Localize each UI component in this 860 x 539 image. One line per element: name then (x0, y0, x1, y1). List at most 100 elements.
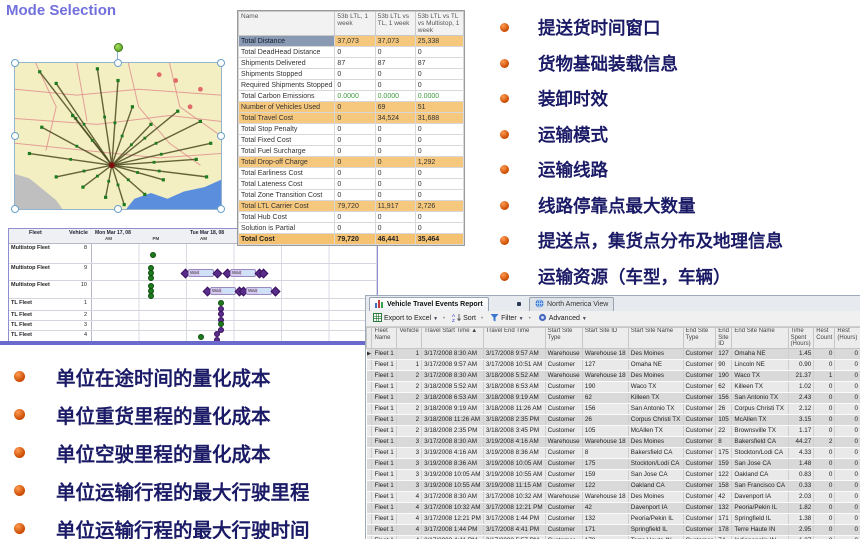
bullet-icon (14, 371, 25, 382)
gantt-row[interactable]: TL Fleet3 (9, 321, 377, 331)
cost-table-row[interactable]: Total Stop Penalty000 (239, 124, 464, 135)
grid-row[interactable]: ▶Fleet 113/17/2008 8:30 AM3/17/2008 9:57… (367, 348, 860, 359)
selection-handle[interactable] (114, 205, 122, 213)
gantt-row[interactable]: Multistop Fleet8 (9, 244, 377, 264)
grid-row[interactable]: Fleet 133/17/2008 8:30 AM3/19/2008 4:16 … (367, 436, 860, 447)
grid-col-header[interactable]: End Site Type (683, 328, 716, 349)
selection-handle[interactable] (11, 59, 19, 67)
grid-col-header[interactable]: Start Site Type (545, 328, 582, 349)
wait-bar[interactable]: Wait (230, 269, 256, 277)
grid-row[interactable]: Fleet 143/17/2008 4:41 PM3/17/2008 5:57 … (367, 535, 860, 539)
grid-cell: Des Moines (628, 491, 683, 502)
grid-cell: 3/19/2008 8:36 AM (422, 458, 484, 469)
grid-cell: Fleet 1 (372, 491, 397, 502)
gantt-row[interactable]: TL Fleet2 (9, 311, 377, 321)
cost-table-row[interactable]: Total DeadHead Distance000 (239, 47, 464, 58)
grid-col-header[interactable]: Start Site Name (628, 328, 683, 349)
grid-row[interactable]: Fleet 143/17/2008 1:44 PM3/17/2008 4:41 … (367, 524, 860, 535)
grid-row[interactable]: Fleet 113/17/2008 9:57 AM3/17/2008 10:51… (367, 359, 860, 370)
grid-row[interactable]: Fleet 133/19/2008 10:05 AM3/19/2008 10:5… (367, 469, 860, 480)
cost-table-row[interactable]: Total Fuel Surcharge000 (239, 146, 464, 157)
grid-col-header[interactable]: Fleet Name (372, 328, 397, 349)
grid-row[interactable]: Fleet 123/18/2008 5:52 AM3/18/2008 6:53 … (367, 381, 860, 392)
grid-cell: Customer (683, 403, 716, 414)
gantt-tick-label: AM (105, 236, 112, 241)
rotate-handle-icon[interactable] (114, 43, 123, 52)
grid-cell: 175 (716, 447, 732, 458)
grid-col-header[interactable]: Start Site ID (582, 328, 628, 349)
cost-table-row[interactable]: Total Travel Cost034,52431,688 (239, 113, 464, 124)
grid-cell: 0 (814, 359, 835, 370)
grid-col-header[interactable]: Travel End Time (483, 328, 545, 349)
grid-row[interactable]: Fleet 123/18/2008 2:35 PM3/18/2008 3:45 … (367, 425, 860, 436)
cost-table-row[interactable]: Total Earliness Cost000 (239, 168, 464, 179)
cost-table-row[interactable]: Total Hub Cost000 (239, 212, 464, 223)
grid-col-header[interactable]: End Site Name (732, 328, 788, 349)
filter-button[interactable]: Filter▼ (488, 313, 526, 324)
selection-handle[interactable] (11, 205, 19, 213)
cost-table-row[interactable]: Total Zone Transition Cost000 (239, 190, 464, 201)
cost-table-row[interactable]: Total Lateness Cost000 (239, 179, 464, 190)
cost-table-row[interactable]: Required Shipments Stopped000 (239, 80, 464, 91)
grid-cell: 2 (397, 414, 422, 425)
gantt-row[interactable]: Multistop Fleet10WaitWait (9, 281, 377, 299)
advanced-button[interactable]: Advanced▼ (536, 313, 589, 324)
grid-cell: 3/17/2008 10:51 AM (483, 359, 545, 370)
grid-row[interactable]: Fleet 123/18/2008 11:26 AM3/18/2008 2:35… (367, 414, 860, 425)
selection-handle[interactable] (114, 59, 122, 67)
grid-col-header[interactable]: Rest Count (814, 328, 835, 349)
stop-dot-green (198, 334, 204, 340)
grid-col-header[interactable]: Travel Start Time ▲ (422, 328, 484, 349)
grid-row[interactable]: Fleet 143/17/2008 12:21 PM3/17/2008 1:44… (367, 513, 860, 524)
grid-col-header[interactable]: Time Spent (Hours) (788, 328, 814, 349)
map-graphic (15, 63, 221, 209)
cost-table-row[interactable]: Number of Vehicles Used06951 (239, 102, 464, 113)
grid-col-header[interactable]: End Site ID (716, 328, 732, 349)
wait-bar[interactable]: Wait (188, 269, 214, 277)
sort-button[interactable]: AZSort (450, 313, 478, 324)
grid-cell: Customer (683, 392, 716, 403)
gantt-row[interactable]: Multistop Fleet9WaitWait (9, 264, 377, 281)
grid-cell: McAllen TX (732, 414, 788, 425)
gantt-scrollbar[interactable] (0, 341, 376, 345)
grid-cell: 3/17/2008 8:30 AM (422, 491, 484, 502)
grid-row[interactable]: Fleet 133/19/2008 4:16 AM3/19/2008 8:36 … (367, 447, 860, 458)
wait-bar[interactable]: Wait (210, 287, 236, 295)
grid-cell: 1.27 (788, 535, 814, 539)
tab-vehicle-travel-events-report[interactable]: Vehicle Travel Events Report (369, 297, 489, 311)
grid-row[interactable]: Fleet 143/17/2008 10:32 AM3/17/2008 12:2… (367, 502, 860, 513)
cost-row-value: 0 (375, 135, 415, 146)
gantt-row[interactable]: TL Fleet1 (9, 299, 377, 311)
cost-table-row[interactable]: Total Drop-off Charge001,292 (239, 157, 464, 168)
grid-row[interactable]: Fleet 143/17/2008 8:30 AM3/17/2008 10:32… (367, 491, 860, 502)
grid-row[interactable]: Fleet 123/17/2008 8:30 AM3/18/2008 5:52 … (367, 370, 860, 381)
grid-cell: 62 (582, 392, 628, 403)
grid-col-header[interactable]: Rest (Hours) (835, 328, 860, 349)
grid-row[interactable]: Fleet 133/19/2008 8:36 AM3/19/2008 10:05… (367, 458, 860, 469)
tab-north-america-view[interactable]: North America View (529, 297, 614, 311)
selection-handle[interactable] (217, 132, 225, 140)
cost-row-name: Total Fuel Surcharge (239, 146, 335, 157)
stop-node (209, 142, 212, 145)
route-map-image[interactable] (14, 62, 222, 210)
bullet-icon (14, 409, 25, 420)
selection-handle[interactable] (11, 132, 19, 140)
cost-table-row[interactable]: Solution is Partial000 (239, 223, 464, 234)
grid-row[interactable]: Fleet 133/19/2008 10:55 AM3/19/2008 11:1… (367, 480, 860, 491)
grid-cell: 0 (835, 447, 860, 458)
cost-table-row[interactable]: Total Carbon Emissions0.00000.00000.0000 (239, 91, 464, 102)
selection-handle[interactable] (217, 205, 225, 213)
cost-table-row[interactable]: Shipments Delivered878787 (239, 58, 464, 69)
cost-table-row[interactable]: Total LTL Carrier Cost79,72011,9172,726 (239, 201, 464, 212)
feature-bullet-item: 运输模式 (500, 117, 783, 153)
export-to-excel-button[interactable]: Export to Excel▼ (371, 313, 440, 324)
wait-bar[interactable]: Wait (246, 287, 272, 295)
cost-table-row[interactable]: Total Distance37,07337,07325,338 (239, 36, 464, 47)
cost-table-row[interactable]: Shipments Stopped000 (239, 69, 464, 80)
selection-handle[interactable] (217, 59, 225, 67)
cost-table-row[interactable]: Total Fixed Cost000 (239, 135, 464, 146)
grid-row[interactable]: Fleet 123/18/2008 6:53 AM3/18/2008 9:19 … (367, 392, 860, 403)
grid-col-header[interactable]: Vehicle (397, 328, 422, 349)
cost-table-row[interactable]: Total Cost79,72046,44135,464 (239, 234, 464, 245)
grid-row[interactable]: Fleet 123/18/2008 9:19 AM3/18/2008 11:26… (367, 403, 860, 414)
